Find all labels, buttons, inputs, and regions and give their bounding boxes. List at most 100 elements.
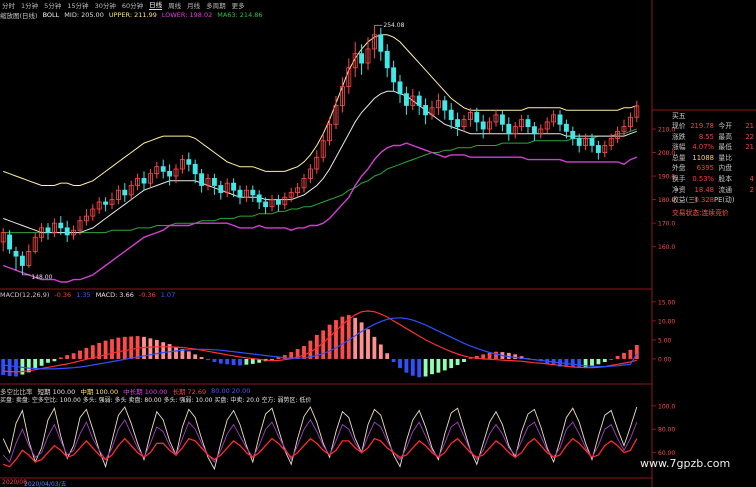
macd-bar (135, 336, 140, 359)
kdj-tick-label: 100.0 (658, 403, 675, 410)
macd-bar (154, 339, 159, 359)
macd-bar (455, 358, 460, 366)
macd-bar (238, 358, 242, 366)
macd-bar (570, 358, 575, 368)
quote-label: 总量 (672, 153, 686, 162)
dif-line (3, 310, 637, 373)
macd-bar (628, 349, 633, 359)
candle-body (19, 255, 25, 266)
candle-body (237, 189, 243, 198)
quote-value2: 22 (745, 132, 754, 141)
macd-tick-label: 5.00 (658, 337, 672, 344)
boll-mid-line (3, 90, 637, 234)
candle-body (563, 123, 569, 132)
quote-row: 涨跌 8.55 最高 22 (672, 132, 756, 143)
price-panel: 254.08 148.00 (0, 22, 640, 283)
quote-value: 11088 (692, 153, 714, 162)
quote-value2: 21 (745, 122, 754, 130)
quote-label2: 流通 (718, 185, 732, 194)
macd-bar (359, 322, 364, 359)
macd-bar (84, 347, 89, 359)
macd-panel (1, 310, 639, 378)
candle-body (403, 93, 409, 106)
kdj-line-1 (2, 418, 638, 463)
macd-bar (46, 358, 50, 363)
macd-bar (577, 358, 582, 368)
date-bar: 2020/08 2020/04/03/五 (0, 479, 652, 487)
candle-body (141, 178, 147, 184)
macd-bar (58, 357, 63, 359)
macd-bar (65, 355, 70, 359)
macd-bar (385, 353, 390, 359)
candle-body (186, 159, 192, 165)
candle-body (448, 109, 454, 120)
quote-row: 涨幅 4.07% 最低 21 (672, 142, 756, 153)
quote-row: 外盘 6395 内盘 (672, 163, 756, 174)
candle-body (160, 166, 166, 172)
candle-body (211, 178, 217, 186)
macd-bar (270, 358, 274, 360)
candle-body (531, 126, 537, 135)
macd-bar (186, 351, 191, 359)
high-label: 254.08 (383, 22, 404, 29)
macd-bar (39, 358, 44, 366)
macd-bar (378, 344, 383, 359)
macd-bar (334, 320, 338, 359)
low-label: 148.00 (31, 274, 52, 281)
macd-bar (410, 358, 415, 376)
quote-value2 (732, 195, 754, 206)
kdj-panel (2, 406, 638, 471)
quote-value2: 21 (745, 143, 754, 152)
macd-bar (615, 355, 620, 359)
macd-bar (174, 346, 178, 359)
macd-bar (231, 358, 236, 366)
quote-value: 219.78 (690, 122, 714, 130)
macd-bar (372, 336, 377, 359)
quote-value2: 4 (749, 174, 754, 183)
macd-bar (609, 358, 614, 360)
macd-bar (148, 338, 153, 359)
watermark-text: www.7gpzb.com (640, 457, 731, 470)
candle-body (263, 201, 269, 208)
quote-label: 换手 (672, 174, 686, 183)
macd-bar (487, 352, 492, 359)
candle-body (13, 250, 19, 257)
ma63-line (3, 128, 637, 234)
candle-body (256, 194, 262, 203)
macd-bar (161, 342, 166, 359)
macd-bar (353, 317, 358, 359)
candle-body (192, 163, 198, 175)
macd-bar (404, 358, 409, 373)
quote-label: 净资 (672, 185, 686, 194)
quote-title: 买五 (672, 112, 686, 120)
candle-body (7, 234, 13, 250)
macd-bar (590, 358, 594, 366)
candle-body (64, 227, 70, 236)
date-current: 2020/04/03/五 (24, 481, 67, 487)
quote-label: 外盘 (672, 164, 686, 173)
macd-tick-label: 15.00 (658, 299, 675, 306)
macd-bar (244, 358, 249, 365)
quote-value: 18.48 (694, 185, 714, 194)
quote-rows: 现价 219.78 今开 21 涨跌 8.55 最高 22 涨幅 4.07% 最低 21 总量 11088… (672, 121, 756, 206)
quote-value2 (732, 163, 754, 174)
candle-body (480, 121, 486, 130)
macd-bar (423, 358, 428, 377)
stock-chart-window: 分时 1分钟 5分钟 15分钟 30分钟 60分钟 日线 周线 月线 多周期 更多 缩放图(日线) … (0, 0, 756, 487)
candle-body (384, 50, 390, 69)
price-tick-label: 160.0 (658, 244, 675, 251)
candle-body (199, 173, 205, 186)
macd-bar (1, 358, 6, 375)
quote-value: 4.07% (692, 143, 714, 152)
candle-body (250, 189, 256, 196)
quote-label2: 最低 (718, 143, 732, 152)
candle-body (576, 138, 582, 146)
macd-bar (622, 352, 626, 359)
macd-bar (449, 358, 454, 369)
quote-value: 6395 (696, 164, 714, 173)
candle-body (570, 130, 576, 139)
quote-row: 净资 18.48 流通 2 (672, 185, 756, 196)
quote-label2: 最高 (718, 132, 732, 141)
macd-bar (129, 336, 134, 359)
quote-value2: 2 (749, 185, 754, 194)
